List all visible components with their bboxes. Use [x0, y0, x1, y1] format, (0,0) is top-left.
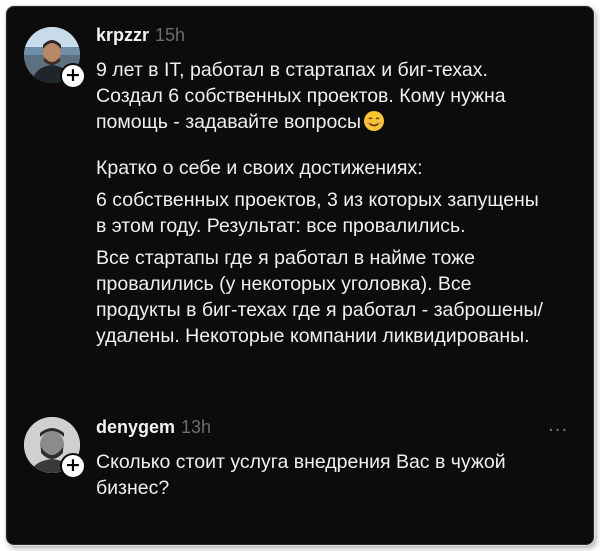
post-username[interactable]: krpzzr 15h	[96, 25, 185, 46]
avatar-krpzzr[interactable]: +	[24, 27, 86, 89]
post-username[interactable]: denygem 13h	[96, 417, 211, 438]
post-denygem: + denygem 13h ... Сколько стоит услуга вн…	[7, 387, 593, 544]
follow-plus-icon[interactable]: +	[60, 453, 86, 479]
post-paragraph-1: Сколько стоит услуга внедрения Вас в чуж…	[96, 451, 506, 499]
more-options-icon[interactable]: ...	[548, 415, 568, 436]
post-time: 15h	[155, 25, 186, 45]
post-krpzzr: + krpzzr 15h 9 лет в IT, работал в старта…	[7, 7, 593, 387]
thread-screenshot: + krpzzr 15h 9 лет в IT, работал в старта…	[6, 6, 594, 545]
post-time: 13h	[181, 417, 212, 437]
post-paragraph-1: 9 лет в IT, работал в стартапах и биг-те…	[96, 57, 506, 139]
post-paragraph-4: Все стартапы где я работал в найме тоже …	[96, 247, 543, 347]
avatar-denygem[interactable]: +	[24, 417, 86, 479]
follow-plus-icon[interactable]: +	[60, 63, 86, 89]
smiling-face-icon	[363, 110, 385, 139]
post-paragraph-3: 6 собственных проектов, 3 из которых зап…	[96, 189, 539, 237]
post-paragraph-2: Кратко о себе и своих достижениях:	[96, 157, 423, 179]
